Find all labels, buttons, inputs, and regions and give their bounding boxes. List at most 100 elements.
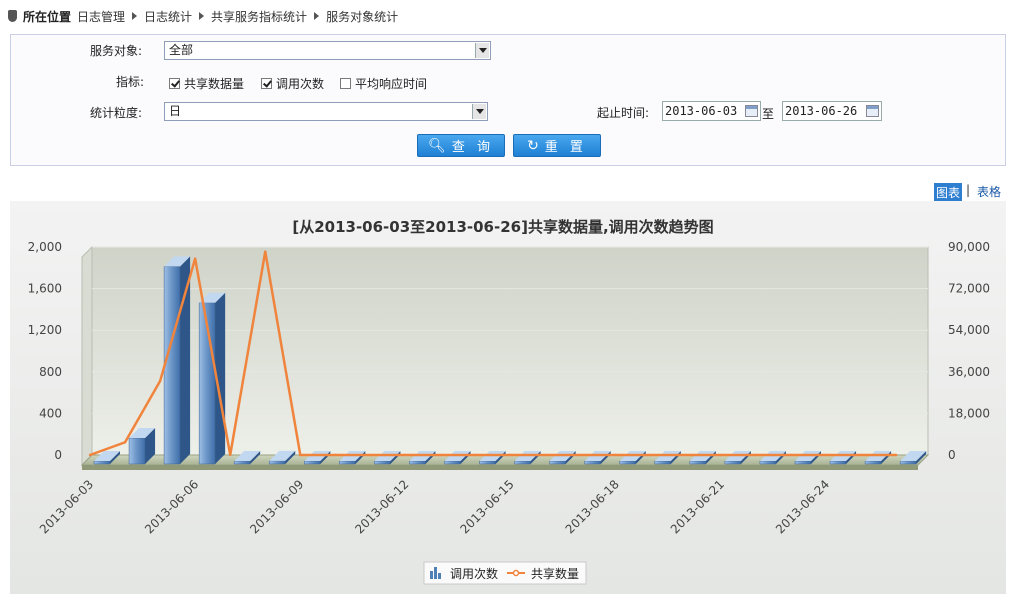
bar-front xyxy=(619,460,636,465)
granularity-value: 日 xyxy=(169,104,182,118)
bar-front xyxy=(654,460,672,465)
bar-front xyxy=(794,460,812,465)
reset-button[interactable]: ↻ 重 置 xyxy=(513,134,601,157)
breadcrumb-separator-icon xyxy=(132,12,138,20)
breadcrumb-item-log-management[interactable]: 日志管理 xyxy=(77,8,125,25)
bar-front xyxy=(549,460,566,465)
metric-checkbox-avg-response[interactable]: 平均响应时间 xyxy=(340,75,427,92)
breadcrumb: 所在位置 日志管理 日志统计 共享服务指标统计 服务对象统计 xyxy=(8,6,398,26)
chart-legend: 调用次数 共享数量 xyxy=(423,561,587,585)
line-point xyxy=(369,453,372,457)
end-date-input[interactable]: 2013-06-26 xyxy=(782,101,882,121)
trend-chart: [从2013-06-03至2013-06-26]共享数据量,调用次数趋势图 0 4… xyxy=(28,218,990,585)
service-object-select[interactable]: 全部 xyxy=(164,41,491,60)
line-point xyxy=(649,453,652,457)
line-point xyxy=(789,453,793,457)
line-point xyxy=(684,453,688,457)
x-tick-label: 2013-06-03 xyxy=(37,477,96,536)
bar-front xyxy=(304,460,321,465)
bar-front xyxy=(514,460,531,465)
breadcrumb-item-service-metrics[interactable]: 共享服务指标统计 xyxy=(211,8,307,25)
y-left-tick-label: 800 xyxy=(39,365,62,379)
metric-checkbox-label: 平均响应时间 xyxy=(355,77,428,91)
bar-front xyxy=(93,460,111,465)
line-point xyxy=(824,453,828,457)
bar-front xyxy=(128,437,146,465)
reset-button-label: 重 置 xyxy=(544,140,587,155)
metric-checkbox-label: 调用次数 xyxy=(276,77,325,91)
breadcrumb-lead: 所在位置 xyxy=(23,9,72,24)
y-left-tick-label: 1,200 xyxy=(28,323,62,337)
view-table-tab[interactable]: 表格 xyxy=(977,183,1001,200)
x-tick-label: 2013-06-12 xyxy=(352,477,411,536)
x-tick-label: 2013-06-18 xyxy=(563,477,622,536)
y-right-tick-label: 18,000 xyxy=(948,406,990,420)
chevron-down-icon xyxy=(472,104,486,119)
chart-area: [从2013-06-03至2013-06-26]共享数据量,调用次数趋势图 0 4… xyxy=(10,201,1006,594)
y-left-tick-label: 2,000 xyxy=(28,240,62,254)
line-point xyxy=(544,453,547,457)
line-point xyxy=(334,453,337,457)
line-point xyxy=(229,453,232,457)
y-right-tick-label: 72,000 xyxy=(948,282,990,296)
metric-checkbox-label: 共享数据量 xyxy=(184,77,245,91)
query-button[interactable]: 🔍︎ 查 询 xyxy=(417,134,505,157)
line-point xyxy=(614,453,617,457)
bar-front xyxy=(759,460,777,465)
bar-front xyxy=(374,460,391,465)
query-button-label: 查 询 xyxy=(451,140,494,155)
bar-front xyxy=(163,266,181,465)
bar-front xyxy=(444,460,461,465)
breadcrumb-separator-icon xyxy=(199,12,205,20)
search-icon: 🔍︎ xyxy=(428,137,446,154)
bar-front xyxy=(479,460,496,465)
view-chart-tab[interactable]: 图表 xyxy=(934,183,963,202)
breadcrumb-separator-icon xyxy=(314,12,320,20)
start-date-input[interactable]: 2013-06-03 xyxy=(662,101,761,121)
metric-checkbox-shared-data[interactable]: 共享数据量 xyxy=(169,75,244,92)
bar-front xyxy=(339,460,356,465)
checkbox-checked-icon[interactable] xyxy=(169,78,180,89)
service-object-label: 服务对象: xyxy=(90,44,143,58)
plot-area: 0 400 800 1,200 1,600 2,000 0 18,000 36,000 54,00… xyxy=(28,240,990,536)
line-point xyxy=(859,453,863,457)
x-tick-label: 2013-06-15 xyxy=(458,477,517,536)
checkbox-unchecked-icon[interactable] xyxy=(340,78,351,89)
legend-label-shared-count: 共享数量 xyxy=(531,566,579,581)
bar xyxy=(198,292,226,465)
bar-front xyxy=(899,460,917,465)
metric-label: 指标: xyxy=(116,75,145,89)
x-tick-label: 2013-06-06 xyxy=(142,477,201,536)
bar-front xyxy=(409,460,426,465)
breadcrumb-item-log-stats[interactable]: 日志统计 xyxy=(144,8,192,25)
line-point xyxy=(299,453,302,457)
line-point xyxy=(439,453,442,457)
chart-side-wall xyxy=(81,245,93,467)
line-point xyxy=(264,250,267,253)
filter-panel: 服务对象: 全部 指标: 共享数据量 调用次数 平均响应时间 统计粒度: 日 起… xyxy=(10,34,1006,166)
line-point xyxy=(158,379,162,383)
legend-label-call-count: 调用次数 xyxy=(450,566,498,581)
y-right-tick-label: 36,000 xyxy=(948,365,990,379)
chevron-down-icon xyxy=(475,43,489,58)
breadcrumb-item-service-object-stats: 服务对象统计 xyxy=(326,9,399,24)
chart-title: [从2013-06-03至2013-06-26]共享数据量,调用次数趋势图 xyxy=(292,218,713,236)
line-point xyxy=(754,453,758,457)
granularity-select[interactable]: 日 xyxy=(164,102,488,121)
line-point xyxy=(193,257,197,260)
bar-front xyxy=(233,460,251,465)
bar-front xyxy=(269,460,286,465)
line-point xyxy=(509,453,512,457)
checkbox-checked-icon[interactable] xyxy=(261,78,272,89)
line-point xyxy=(719,453,723,457)
bar-front xyxy=(864,460,882,465)
x-tick-label: 2013-06-21 xyxy=(668,477,727,536)
metric-checkbox-call-count[interactable]: 调用次数 xyxy=(261,75,324,92)
calendar-icon[interactable] xyxy=(745,105,758,117)
time-range-label: 起止时间: xyxy=(597,106,650,120)
y-left-tick-label: 400 xyxy=(39,406,62,420)
calendar-icon[interactable] xyxy=(866,105,879,117)
start-date-value: 2013-06-03 xyxy=(665,104,738,118)
granularity-label: 统计粒度: xyxy=(90,106,143,120)
y-left-tick-label: 1,600 xyxy=(28,282,62,296)
